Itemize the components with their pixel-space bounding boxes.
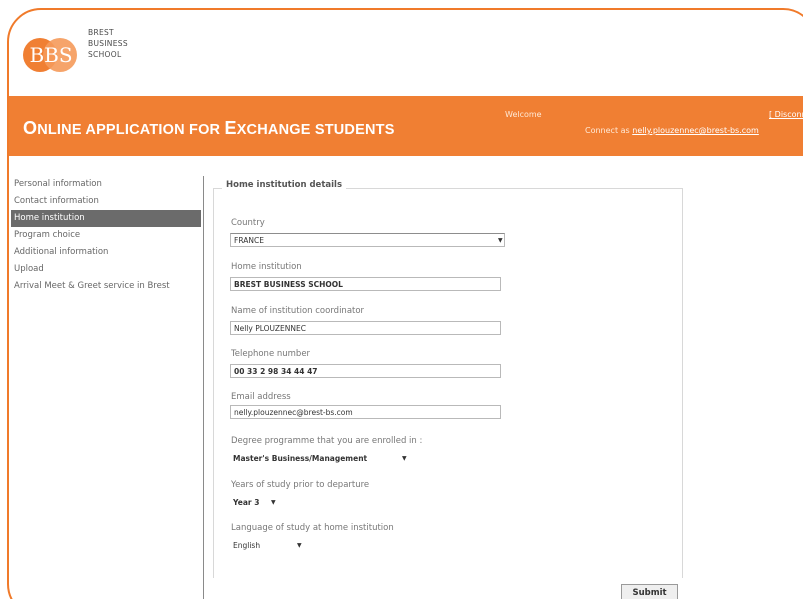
title-part-2: XCHANGE STUDENTS bbox=[236, 122, 395, 138]
header-banner: ONLINE APPLICATION FOR EXCHANGE STUDENTS… bbox=[9, 96, 803, 156]
sidebar-item-upload[interactable]: Upload bbox=[11, 261, 201, 278]
coordinator-input[interactable] bbox=[230, 321, 501, 335]
years-label: Years of study prior to departure bbox=[231, 480, 370, 490]
sidebar-item-contact-information[interactable]: Contact information bbox=[11, 193, 201, 210]
language-select-value: English bbox=[233, 541, 261, 550]
sidebar-item-personal-information[interactable]: Personal information bbox=[11, 176, 201, 193]
sidebar-item-home-institution[interactable]: Home institution bbox=[11, 210, 201, 227]
chevron-down-icon: ▼ bbox=[271, 499, 276, 506]
disconnect-link[interactable]: [ Disconnect ] bbox=[769, 110, 803, 119]
account-email-link[interactable]: nelly.plouzennec@brest-bs.com bbox=[632, 126, 759, 135]
logo-mark-text: BBS bbox=[29, 43, 72, 67]
logo-text: BREST BUSINESS SCHOOL bbox=[88, 28, 128, 59]
institution-input[interactable] bbox=[230, 277, 501, 291]
sidebar-nav: Personal information Contact information… bbox=[11, 176, 201, 295]
telephone-input[interactable] bbox=[230, 364, 501, 378]
connect-prefix: Connect as bbox=[585, 126, 630, 135]
chevron-down-icon: ▼ bbox=[297, 542, 302, 549]
degree-select-value: Master's Business/Management bbox=[233, 454, 368, 463]
chevron-down-icon: ▼ bbox=[402, 455, 407, 462]
connected-as: Connect as nelly.plouzennec@brest-bs.com bbox=[585, 126, 759, 135]
country-label: Country bbox=[231, 218, 265, 228]
title-cap-2: E bbox=[224, 118, 237, 138]
institution-label: Home institution bbox=[231, 262, 302, 272]
country-select[interactable]: FRANCE ▼ bbox=[230, 233, 505, 247]
email-input[interactable] bbox=[230, 405, 501, 419]
language-select[interactable]: English ▼ bbox=[230, 539, 310, 553]
coordinator-label: Name of institution coordinator bbox=[231, 306, 365, 316]
submit-button[interactable]: Submit bbox=[621, 584, 678, 599]
email-label: Email address bbox=[231, 392, 291, 402]
degree-label: Degree programme that you are enrolled i… bbox=[231, 436, 423, 446]
sidebar-item-program-choice[interactable]: Program choice bbox=[11, 227, 201, 244]
sidebar-divider bbox=[203, 176, 204, 599]
sidebar-item-additional-information[interactable]: Additional information bbox=[11, 244, 201, 261]
logo-mark-icon: BBS bbox=[23, 38, 77, 72]
title-part-1: NLINE APPLICATION FOR bbox=[37, 122, 225, 138]
sidebar-item-arrival-meet-greet[interactable]: Arrival Meet & Greet service in Brest bbox=[11, 278, 201, 295]
years-select-value: Year 3 bbox=[233, 498, 260, 507]
years-select[interactable]: Year 3 ▼ bbox=[230, 496, 286, 510]
page: BBS BREST BUSINESS SCHOOL ONLINE APPLICA… bbox=[0, 0, 803, 599]
degree-select[interactable]: Master's Business/Management ▼ bbox=[230, 452, 415, 466]
telephone-label: Telephone number bbox=[231, 349, 311, 359]
welcome-text: Welcome bbox=[505, 110, 542, 119]
country-select-value: FRANCE bbox=[234, 236, 264, 245]
fieldset-legend: Home institution details bbox=[222, 180, 347, 190]
chevron-down-icon: ▼ bbox=[498, 237, 503, 244]
page-title: ONLINE APPLICATION FOR EXCHANGE STUDENTS bbox=[23, 118, 395, 139]
title-cap-1: O bbox=[23, 118, 38, 138]
language-label: Language of study at home institution bbox=[231, 523, 394, 533]
